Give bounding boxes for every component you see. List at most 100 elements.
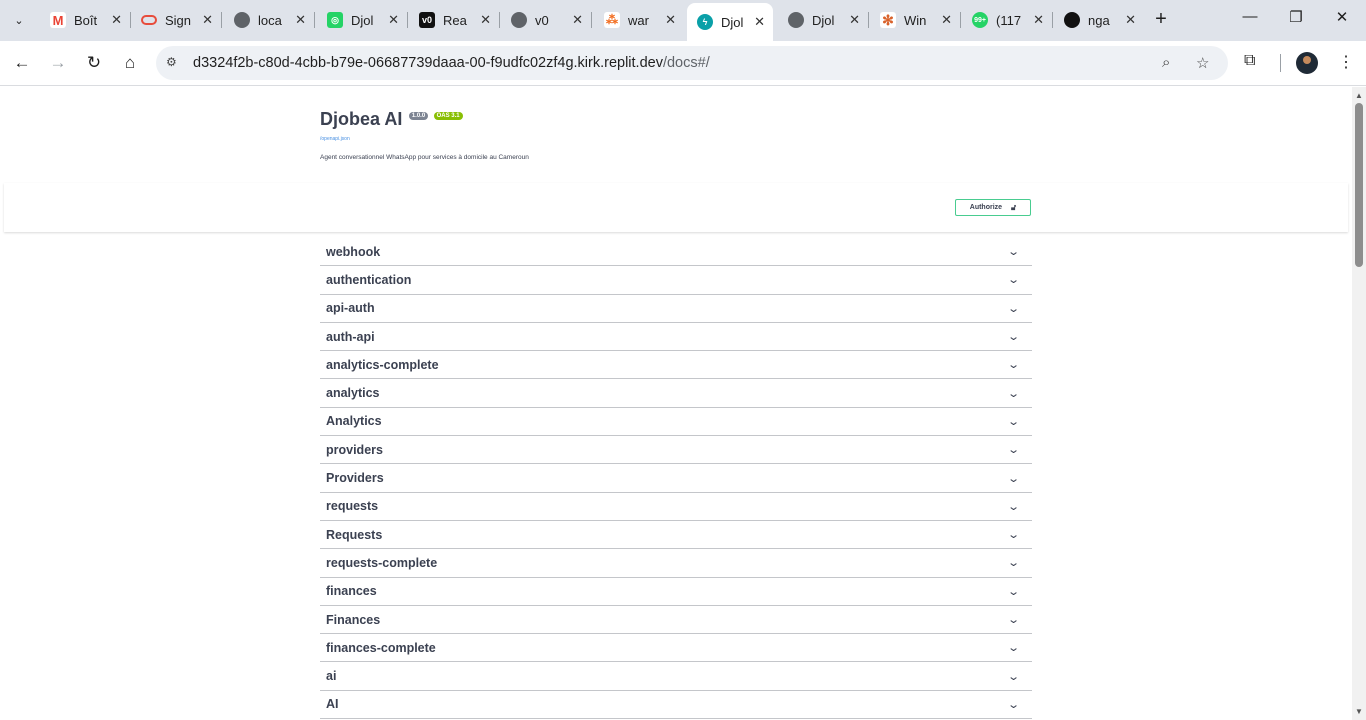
tab-search-button[interactable]: ⌄ [7,8,31,32]
api-description: Agent conversationnel WhatsApp pour serv… [320,154,529,161]
bookmark-star-icon[interactable]: ☆ [1196,54,1209,72]
tag-section-requests[interactable]: requests ⌄ [320,493,1032,521]
menu-icon[interactable]: ⋮ [1338,52,1354,72]
chevron-down-icon[interactable]: ⌄ [1007,245,1020,258]
browser-tab[interactable]: M Boît ✕ [40,5,130,35]
unlocked-icon: 🔓︎ [1011,202,1017,212]
browser-tab[interactable]: 99+ (117 ✕ [962,5,1052,35]
close-icon[interactable]: ✕ [480,12,491,28]
tag-section-finances-complete[interactable]: finances-complete ⌄ [320,634,1032,663]
url-text[interactable]: d3324f2b-c80d-4cbb-b79e-06687739daaa-00-… [193,55,710,71]
browser-tab[interactable]: ⁂ war ✕ [594,5,684,35]
tag-name: authentication [326,272,412,287]
browser-tab[interactable]: v0 Rea ✕ [409,5,499,35]
chevron-down-icon[interactable]: ⌄ [1007,585,1020,598]
version-badge: 1.0.0 [408,112,429,120]
close-icon[interactable]: ✕ [941,12,952,28]
tag-section-ai-upper[interactable]: AI ⌄ [320,691,1032,720]
tab-separator [499,12,500,28]
chevron-down-icon[interactable]: ⌄ [1007,358,1020,371]
tag-section-providers-upper[interactable]: Providers ⌄ [320,464,1032,493]
tag-section-webhook[interactable]: webhook ⌄ [320,238,1032,267]
extensions-icon[interactable]: ⧉ [1244,52,1255,70]
close-icon[interactable]: ✕ [849,12,860,28]
close-window-button[interactable]: ✕ [1332,8,1352,26]
page-scrollbar[interactable]: ▲ ▼ [1352,87,1366,720]
chevron-down-icon[interactable]: ⌄ [1007,415,1020,428]
github-icon [1064,12,1080,28]
close-icon[interactable]: ✕ [295,12,306,28]
close-icon[interactable]: ✕ [202,12,213,28]
chevron-down-icon[interactable]: ⌄ [1007,641,1020,654]
chevron-down-icon[interactable]: ⌄ [1007,472,1020,485]
tag-section-api-auth[interactable]: api-auth ⌄ [320,295,1032,323]
tab-title: Win [904,12,927,28]
chevron-down-icon[interactable]: ⌄ [1007,443,1020,456]
browser-tab[interactable]: loca ✕ [224,5,314,35]
back-button[interactable]: ← [10,51,34,75]
tag-name: auth-api [326,329,375,344]
chevron-down-icon[interactable]: ⌄ [1007,500,1020,513]
close-icon[interactable]: ✕ [754,14,765,30]
browser-tab[interactable]: Djol ✕ [778,5,868,35]
chevron-down-icon[interactable]: ⌄ [1007,528,1020,541]
chevron-down-icon[interactable]: ⌄ [1007,670,1020,683]
tag-section-requests-complete[interactable]: requests-complete ⌄ [320,549,1032,578]
home-button[interactable]: ⌂ [118,51,142,75]
address-bar[interactable]: ⚙ d3324f2b-c80d-4cbb-b79e-06687739daaa-0… [156,46,1228,80]
close-icon[interactable]: ✕ [111,12,122,28]
tag-section-finances[interactable]: finances ⌄ [320,578,1032,606]
chevron-down-icon[interactable]: ⌄ [1007,330,1020,343]
reload-button[interactable]: ↻ [82,51,106,75]
tag-section-analytics-upper[interactable]: Analytics ⌄ [320,408,1032,437]
openapi-json-link[interactable]: /openapi.json [320,136,1032,142]
tab-title: Boît [74,12,98,28]
tag-section-analytics[interactable]: analytics ⌄ [320,379,1032,408]
zoom-icon[interactable]: ⌕ [1162,54,1170,71]
forward-button[interactable]: → [46,51,70,75]
chevron-down-icon[interactable]: ⌄ [1007,556,1020,569]
tag-section-authentication[interactable]: authentication ⌄ [320,266,1032,295]
scroll-up-arrow-icon[interactable]: ▲ [1355,91,1363,100]
chevron-down-icon[interactable]: ⌄ [1007,302,1020,315]
tag-name: providers [326,442,383,457]
close-icon[interactable]: ✕ [665,12,676,28]
browser-tab[interactable]: nga ✕ [1054,5,1144,35]
new-tab-button[interactable]: + [1150,8,1172,31]
site-info-icon[interactable]: ⚙ [166,55,177,69]
tab-strip: ⌄ M Boît ✕ Sign ✕ loca ✕ ◎ Djol ✕ v0 Rea… [0,0,1366,41]
tab-separator [960,12,961,28]
tag-section-ai[interactable]: ai ⌄ [320,662,1032,691]
close-icon[interactable]: ✕ [1125,12,1136,28]
sparkle-icon: ✻ [880,12,896,28]
chevron-down-icon[interactable]: ⌄ [1007,387,1020,400]
tag-name: analytics [326,386,380,401]
authorize-button[interactable]: Authorize 🔓︎ [955,199,1031,216]
tag-section-finances-upper[interactable]: Finances ⌄ [320,606,1032,635]
close-icon[interactable]: ✕ [388,12,399,28]
globe-icon [511,12,527,28]
tab-title: Djol [351,12,374,28]
close-icon[interactable]: ✕ [1033,12,1044,28]
chevron-down-icon[interactable]: ⌄ [1007,613,1020,626]
browser-tab[interactable]: v0 ✕ [501,5,591,35]
browser-tab[interactable]: ✻ Win ✕ [870,5,960,35]
tag-section-providers[interactable]: providers ⌄ [320,436,1032,465]
restore-button[interactable]: ❐ [1286,8,1306,26]
browser-tab[interactable]: ◎ Djol ✕ [317,5,407,35]
tag-section-auth-api[interactable]: auth-api ⌄ [320,323,1032,352]
tag-section-analytics-complete[interactable]: analytics-complete ⌄ [320,351,1032,380]
close-icon[interactable]: ✕ [572,12,583,28]
profile-avatar[interactable] [1296,52,1318,74]
chevron-down-icon[interactable]: ⌄ [1007,273,1020,286]
tab-title: loca [258,12,282,28]
tag-name: Requests [326,527,383,542]
scroll-thumb[interactable] [1355,103,1363,267]
tag-section-requests-upper[interactable]: Requests ⌄ [320,521,1032,550]
scroll-down-arrow-icon[interactable]: ▼ [1355,707,1363,716]
minimize-button[interactable]: — [1240,8,1260,25]
chevron-down-icon[interactable]: ⌄ [1007,698,1020,711]
stack-icon: ⁂ [604,12,620,28]
browser-tab-active[interactable]: ϟ Djol ✕ [687,3,773,41]
browser-tab[interactable]: Sign ✕ [131,5,221,35]
